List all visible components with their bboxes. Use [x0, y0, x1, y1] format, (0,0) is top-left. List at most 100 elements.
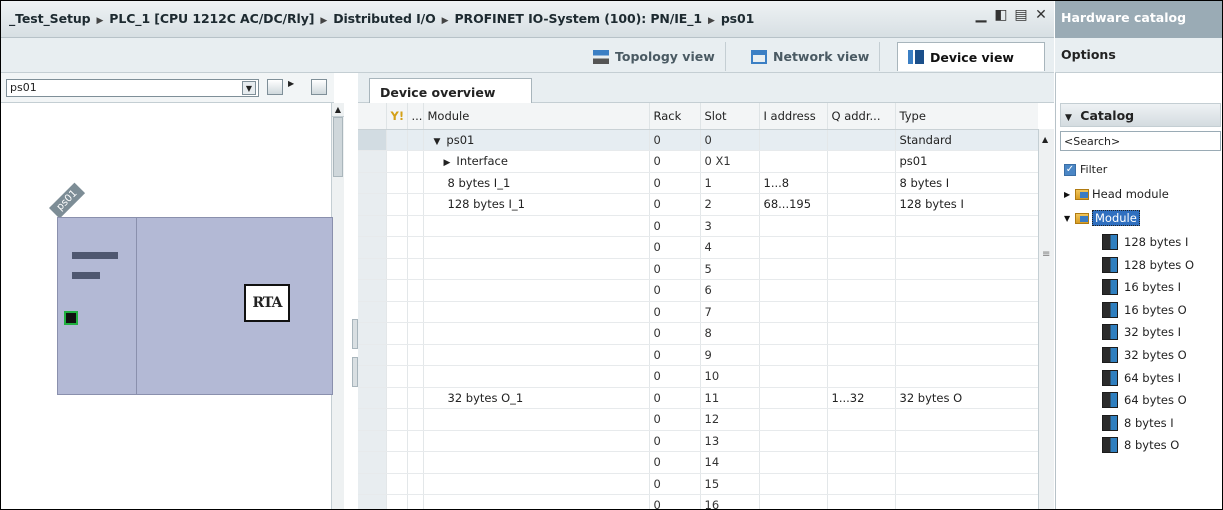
- col-header-type[interactable]: Type: [895, 103, 1038, 130]
- tab-topology-view[interactable]: Topology view: [583, 42, 726, 71]
- module-cell[interactable]: [423, 430, 650, 452]
- slot-cell[interactable]: 5: [700, 258, 760, 280]
- module-cell[interactable]: ▶ Interface: [423, 150, 650, 173]
- scroll-up-icon[interactable]: ▲: [1042, 135, 1048, 144]
- i-address-cell[interactable]: [759, 387, 828, 409]
- type-cell[interactable]: ps01: [895, 150, 1038, 173]
- row-status-cell[interactable]: [386, 215, 408, 237]
- type-cell[interactable]: [895, 365, 1038, 388]
- table-row[interactable]: 0 15: [358, 473, 1038, 495]
- slot-cell[interactable]: 7: [700, 301, 760, 323]
- row-indicator[interactable]: [358, 387, 387, 409]
- type-cell[interactable]: [895, 451, 1038, 474]
- row-more-cell[interactable]: [407, 408, 424, 431]
- row-indicator[interactable]: [358, 172, 387, 194]
- row-status-cell[interactable]: [386, 258, 408, 280]
- row-more-cell[interactable]: [407, 279, 424, 302]
- rack-cell[interactable]: 0: [649, 451, 701, 474]
- i-address-cell[interactable]: [759, 408, 828, 431]
- row-indicator[interactable]: [358, 365, 387, 388]
- table-row[interactable]: 03: [358, 215, 1038, 237]
- type-cell[interactable]: [895, 215, 1038, 237]
- table-row[interactable]: 0 10: [358, 365, 1038, 388]
- row-more-cell[interactable]: [407, 236, 424, 259]
- type-cell[interactable]: [895, 258, 1038, 280]
- breadcrumb-item[interactable]: ps01: [721, 11, 754, 26]
- q-address-cell[interactable]: [827, 430, 896, 452]
- filter-checkbox[interactable]: ✓ Filter: [1064, 163, 1107, 176]
- rack-cell[interactable]: 0: [649, 344, 701, 366]
- q-address-cell[interactable]: [827, 236, 896, 259]
- rack-cell[interactable]: 0: [649, 258, 701, 280]
- row-indicator[interactable]: [358, 129, 387, 151]
- row-status-cell[interactable]: [386, 473, 408, 495]
- module-cell[interactable]: [423, 494, 650, 509]
- rack-cell[interactable]: 0: [649, 430, 701, 452]
- row-more-cell[interactable]: [407, 387, 424, 409]
- catalog-module-item[interactable]: 8 bytes I: [1102, 414, 1174, 431]
- i-address-cell[interactable]: [759, 215, 828, 237]
- row-status-cell[interactable]: [386, 279, 408, 302]
- row-indicator[interactable]: [358, 236, 387, 259]
- rack-cell[interactable]: 0: [649, 193, 701, 216]
- row-more-cell[interactable]: [407, 494, 424, 509]
- i-address-cell[interactable]: 68...195: [759, 193, 828, 216]
- q-address-cell[interactable]: [827, 215, 896, 237]
- row-indicator[interactable]: [358, 215, 387, 237]
- module-cell[interactable]: [423, 301, 650, 323]
- slot-cell[interactable]: 14: [700, 451, 760, 474]
- col-header-more[interactable]: ...: [407, 103, 424, 130]
- collapse-icon[interactable]: ▼: [434, 137, 441, 147]
- expand-icon[interactable]: ▶: [1064, 190, 1072, 199]
- tree-item-module[interactable]: ▼ Module: [1064, 210, 1140, 226]
- rack-cell[interactable]: 0: [649, 150, 701, 173]
- row-status-cell[interactable]: [386, 387, 408, 409]
- table-row[interactable]: ▶ Interface 0 0 X1 ps01: [358, 150, 1038, 173]
- slot-cell[interactable]: 12: [700, 408, 760, 431]
- restore-icon[interactable]: ◧: [994, 7, 1008, 23]
- row-status-cell[interactable]: [386, 301, 408, 323]
- slot-cell[interactable]: 13: [700, 430, 760, 452]
- q-address-cell[interactable]: [827, 129, 896, 151]
- catalog-module-item[interactable]: 8 bytes O: [1102, 437, 1179, 454]
- type-cell[interactable]: 8 bytes I: [895, 172, 1038, 194]
- slot-cell[interactable]: 3: [700, 215, 760, 237]
- table-row[interactable]: 8 bytes I_1 0 1 1...8 8 bytes I: [358, 172, 1038, 194]
- module-cell[interactable]: 8 bytes I_1: [423, 172, 650, 194]
- i-address-cell[interactable]: 1...8: [759, 172, 828, 194]
- rack-cell[interactable]: 0: [649, 279, 701, 302]
- i-address-cell[interactable]: [759, 258, 828, 280]
- row-indicator[interactable]: [358, 322, 387, 345]
- module-cell[interactable]: [423, 408, 650, 431]
- row-indicator[interactable]: [358, 193, 387, 216]
- row-status-cell[interactable]: [386, 236, 408, 259]
- row-more-cell[interactable]: [407, 258, 424, 280]
- rack-cell[interactable]: 0: [649, 322, 701, 345]
- i-address-cell[interactable]: [759, 365, 828, 388]
- type-cell[interactable]: 128 bytes I: [895, 193, 1038, 216]
- table-row[interactable]: 06: [358, 279, 1038, 302]
- type-cell[interactable]: [895, 494, 1038, 509]
- row-status-cell[interactable]: [386, 129, 408, 151]
- rack-cell[interactable]: 0: [649, 129, 701, 151]
- table-row[interactable]: 128 bytes I_1 0 2 68...195 128 bytes I: [358, 193, 1038, 216]
- rack-cell[interactable]: 0: [649, 387, 701, 409]
- rack-cell[interactable]: 0: [649, 215, 701, 237]
- row-more-cell[interactable]: [407, 193, 424, 216]
- overview-scrollbar[interactable]: ▲ ≡: [1038, 129, 1054, 509]
- q-address-cell[interactable]: [827, 279, 896, 302]
- minimize-icon[interactable]: ▁: [974, 7, 988, 23]
- rack-cell[interactable]: 0: [649, 473, 701, 495]
- module-cell[interactable]: [423, 344, 650, 366]
- table-row[interactable]: 07: [358, 301, 1038, 323]
- i-address-cell[interactable]: [759, 344, 828, 366]
- row-indicator[interactable]: [358, 258, 387, 280]
- slot-cell[interactable]: 6: [700, 279, 760, 302]
- q-address-cell[interactable]: [827, 322, 896, 345]
- catalog-module-item[interactable]: 64 bytes I: [1102, 369, 1181, 386]
- breadcrumb-item[interactable]: Distributed I/O: [333, 11, 436, 26]
- expand-icon[interactable]: ▶: [444, 158, 451, 168]
- checkbox-checked-icon[interactable]: ✓: [1064, 163, 1076, 176]
- row-indicator[interactable]: [358, 451, 387, 474]
- type-cell[interactable]: [895, 430, 1038, 452]
